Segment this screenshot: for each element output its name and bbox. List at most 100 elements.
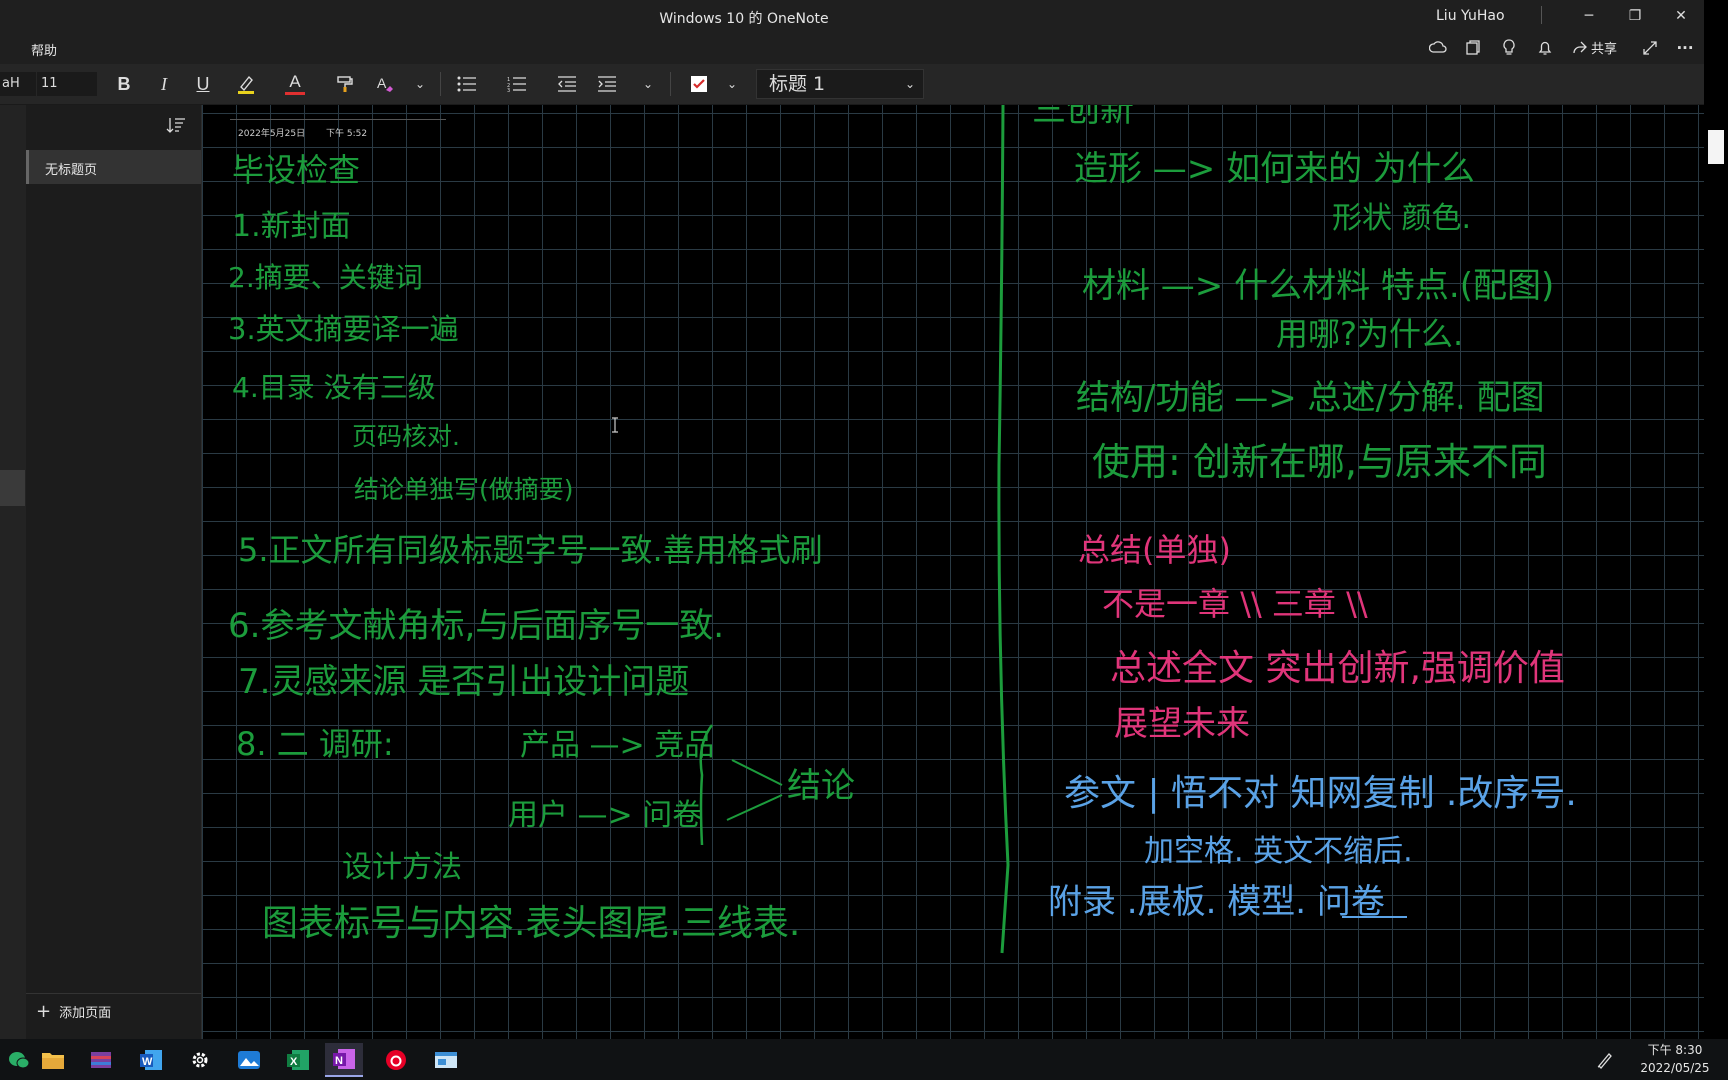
highlight-icon[interactable] <box>232 72 260 96</box>
ink-line: 5.正文所有同级标题字号一致.善用格式刷 <box>238 531 823 569</box>
minimize-button[interactable]: ─ <box>1566 0 1612 32</box>
page-item-title: 无标题页 <box>45 163 98 178</box>
ink-divider-line <box>997 105 1010 954</box>
page-item[interactable]: 无标题页 <box>26 150 201 184</box>
svg-text:N: N <box>335 1055 343 1067</box>
excel-icon[interactable]: X <box>279 1043 317 1077</box>
ink-line: 使用: 创新在哪,与原来不同 <box>1092 440 1547 484</box>
menu-help[interactable]: 帮助 <box>31 40 57 59</box>
file-explorer-icon[interactable] <box>34 1043 72 1077</box>
user-account-name[interactable]: Liu YuHao <box>1436 8 1505 24</box>
ink-line: 展望未来 <box>1114 704 1250 744</box>
ribbon-divider <box>670 72 671 96</box>
todo-checkbox-icon[interactable] <box>684 72 714 96</box>
sync-icon[interactable] <box>1426 37 1450 59</box>
ink-line: 8. 二 调研: <box>236 725 394 763</box>
section-selected-marker[interactable] <box>0 470 25 506</box>
ink-line: 设计方法 <box>342 850 462 885</box>
ink-line: 形状 颜色. <box>1332 201 1471 236</box>
ink-line: 不是一章 \\ 三章 \\ <box>1102 585 1368 623</box>
more-options-button[interactable]: ··· <box>1673 37 1697 59</box>
ink-line: 造形 —> 如何来的 为什么 <box>1074 149 1475 189</box>
ink-line: 用哪?为什么. <box>1276 315 1463 353</box>
ink-line: 2.摘要、关键词 <box>228 261 423 294</box>
ink-line: 参文 | 悟不对 知网复制 .改序号. <box>1064 773 1577 814</box>
clock-time: 下午 8:30 <box>1647 1043 1703 1057</box>
ink-line: 4.目录 没有三级 <box>232 371 436 404</box>
ink-line: 结论 <box>787 766 855 806</box>
menu-bar: 帮助 共享 ··· <box>0 32 1704 64</box>
chevron-down-icon[interactable]: ⌄ <box>638 72 658 96</box>
chevron-down-icon[interactable]: ⌄ <box>722 72 742 96</box>
style-select-value: 标题 1 <box>769 73 826 95</box>
font-color-label: A <box>289 71 301 91</box>
scrollbar-thumb[interactable] <box>1708 130 1724 164</box>
bell-icon[interactable] <box>1533 37 1557 59</box>
wechat-icon[interactable] <box>0 1043 38 1077</box>
svg-text:W: W <box>142 1056 153 1068</box>
sort-icon[interactable] <box>166 117 188 135</box>
title-bar: Windows 10 的 OneNote Liu YuHao ─ ❐ ✕ <box>0 0 1704 32</box>
ink-line: 附录 .展板. 模型. 问卷 <box>1048 882 1385 922</box>
increase-indent-icon[interactable] <box>594 72 620 96</box>
italic-button[interactable]: I <box>152 72 176 96</box>
ink-layer: 毕设检查 1.新封面 2.摘要、关键词 3.英文摘要译一遍 4.目录 没有三级 … <box>228 105 1577 954</box>
pen-icon[interactable] <box>1590 1043 1620 1077</box>
chevron-down-icon[interactable]: ⌄ <box>410 72 430 96</box>
vertical-scrollbar[interactable] <box>1704 0 1728 1039</box>
share-label: 共享 <box>1591 42 1618 57</box>
ink-line: 3.英文摘要译一遍 <box>228 312 459 346</box>
ink-line: 图表标号与内容.表头图尾.三线表. <box>262 903 800 944</box>
onenote-icon[interactable]: N <box>325 1043 363 1077</box>
photos-icon[interactable] <box>230 1043 268 1077</box>
ink-line: 用户 —> 问卷 <box>508 798 702 833</box>
restore-button[interactable]: ❐ <box>1612 0 1658 32</box>
settings-gear-icon[interactable] <box>181 1043 219 1077</box>
underline-button[interactable]: U <box>191 72 215 96</box>
netease-music-icon[interactable] <box>377 1043 415 1077</box>
ink-line: 7.灵感来源 是否引出设计问题 <box>238 662 689 702</box>
ink-line: 结论单独写(做摘要) <box>354 475 574 504</box>
ink-line: 毕设检查 <box>232 151 360 189</box>
pages-divider <box>26 993 201 994</box>
text-cursor-icon <box>610 417 620 433</box>
font-color-button[interactable]: A <box>281 72 309 96</box>
fullscreen-icon[interactable] <box>1638 37 1662 59</box>
font-color-swatch <box>285 91 305 95</box>
close-button[interactable]: ✕ <box>1658 0 1704 32</box>
decrease-indent-icon[interactable] <box>554 72 580 96</box>
window-app-icon[interactable] <box>427 1043 465 1077</box>
paragraph-style-select[interactable]: 标题 1 ⌄ <box>756 69 924 99</box>
formatting-ribbon: aH 11 B I U A A ⌄ 123 ⌄ ⌄ 标题 1 ⌄ <box>0 64 1704 105</box>
bullet-list-icon[interactable] <box>454 72 480 96</box>
font-name-field[interactable]: aH <box>0 72 36 96</box>
notebooks-icon[interactable] <box>1461 37 1485 59</box>
word-icon[interactable]: W <box>132 1043 170 1077</box>
share-button[interactable]: 共享 <box>1572 38 1617 57</box>
note-canvas[interactable]: 2022年5月25日 下午 5:52 毕设检查 1.新封面 2.摘要、关键词 3… <box>202 105 1704 1039</box>
lightbulb-icon[interactable] <box>1497 37 1521 59</box>
navigation-strip <box>0 105 27 1039</box>
add-page-button[interactable]: + 添加页面 <box>36 1002 111 1021</box>
svg-text:X: X <box>290 1056 298 1068</box>
ink-line: 材料 —> 什么材料 特点.(配图) <box>1082 266 1554 306</box>
ink-line: 三创新 <box>1032 105 1134 130</box>
ink-line: 总结(单独) <box>1078 531 1231 569</box>
ink-line: 1.新封面 <box>232 209 351 244</box>
bold-button[interactable]: B <box>112 72 136 96</box>
system-clock[interactable]: 下午 8:30 2022/05/25 <box>1628 1041 1722 1077</box>
ink-arrow-merge <box>726 759 783 821</box>
format-painter-icon[interactable] <box>331 72 359 96</box>
ink-line: 结构/功能 —> 总述/分解. 配图 <box>1076 378 1545 418</box>
pages-pane: 无标题页 + 添加页面 <box>26 105 202 1039</box>
chevron-down-icon: ⌄ <box>904 77 915 91</box>
numbered-list-icon[interactable]: 123 <box>504 72 530 96</box>
window-title: Windows 10 的 OneNote <box>659 11 829 27</box>
winrar-icon[interactable] <box>82 1043 120 1077</box>
ribbon-divider <box>440 72 441 96</box>
font-size-field[interactable]: 11 <box>37 72 97 96</box>
ink-line: 加空格. 英文不缩后. <box>1144 834 1413 869</box>
clear-formatting-icon[interactable]: A <box>371 72 399 96</box>
svg-text:3: 3 <box>507 88 510 92</box>
add-page-label: 添加页面 <box>59 1006 112 1021</box>
